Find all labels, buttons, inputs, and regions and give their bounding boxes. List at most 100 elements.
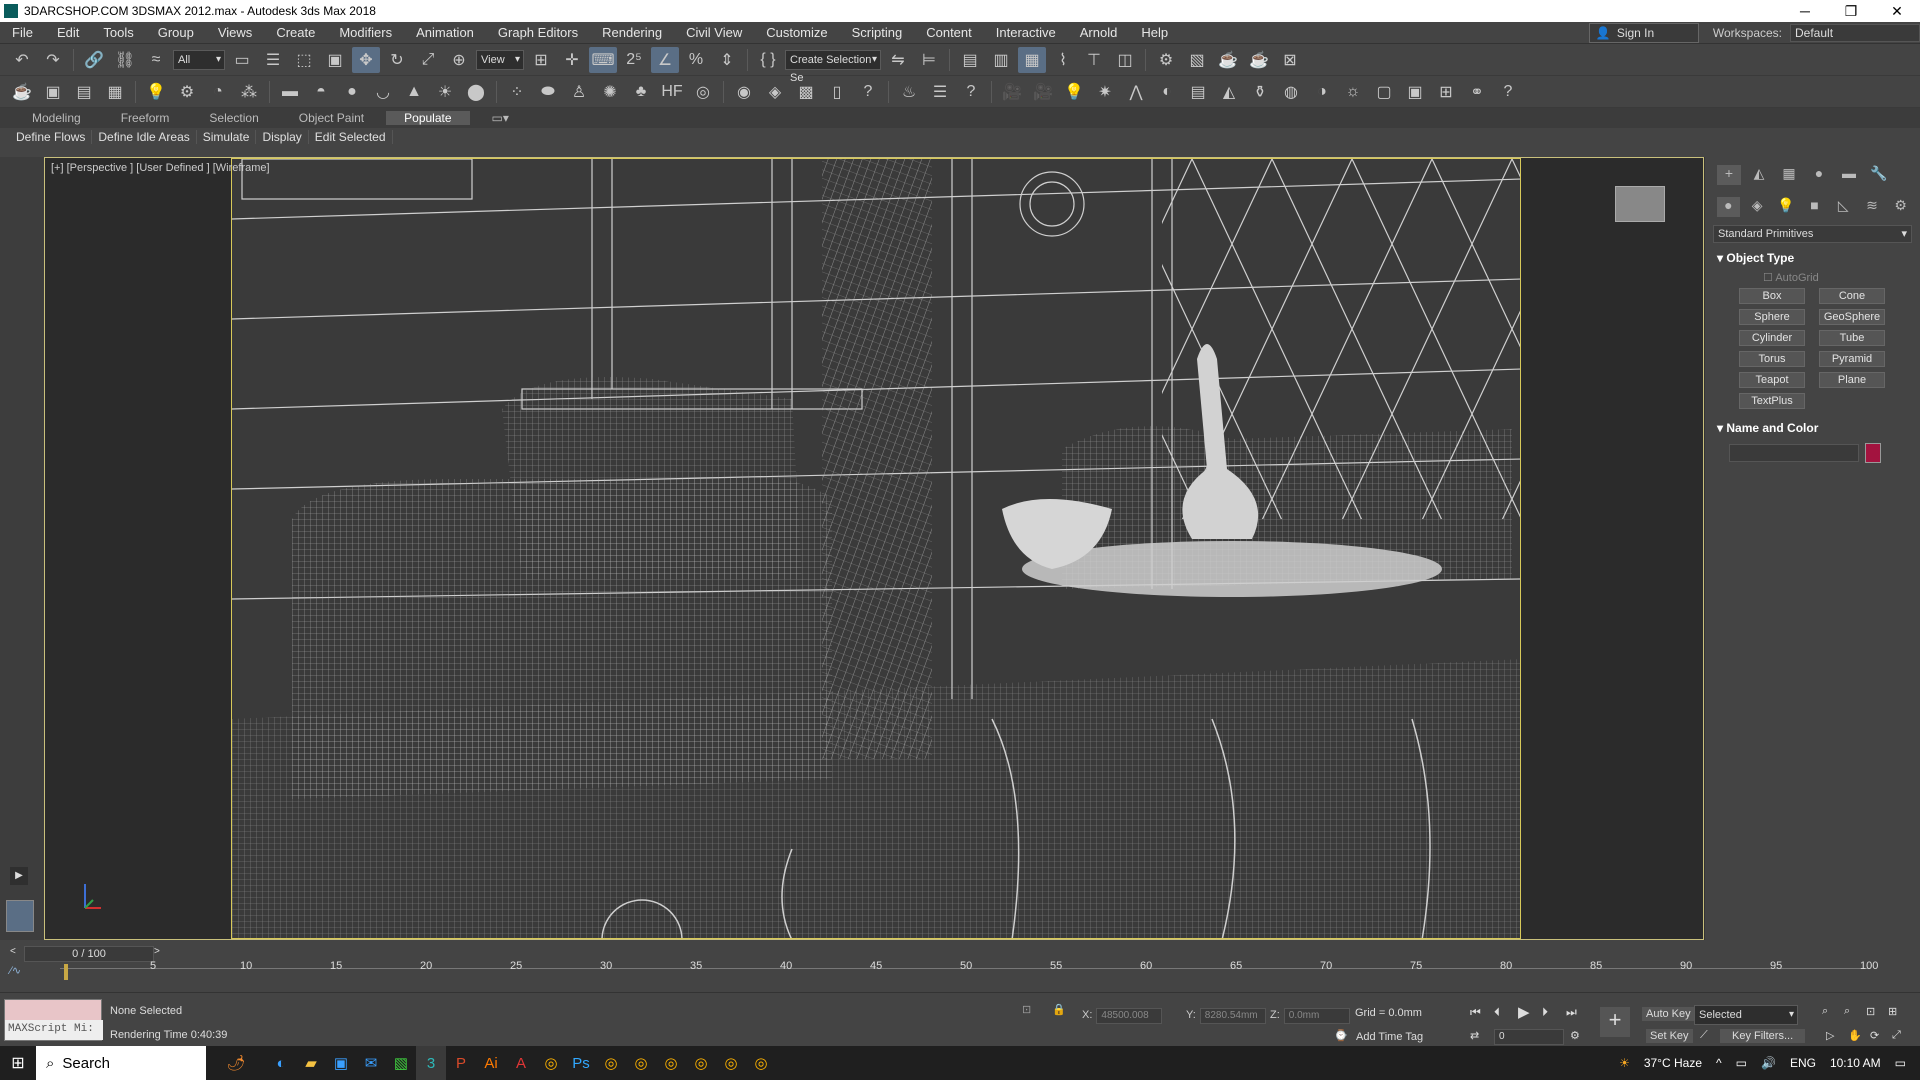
keyboard-shortcut-icon[interactable]: ⌨ [589,46,617,73]
pyramid-button[interactable]: Pyramid [1819,351,1885,367]
excel-like-icon[interactable]: ▧ [386,1046,416,1080]
spinner-snap-icon[interactable]: ⇕ [713,47,741,73]
rect-selection-icon[interactable]: ⬚ [290,47,318,73]
frame-field[interactable]: 0 [1494,1029,1564,1045]
set-key-big-icon[interactable]: + [1600,1007,1630,1037]
lights-icon[interactable]: 💡 [1774,197,1797,217]
chrome-icon[interactable]: ◎ [536,1046,566,1080]
define-idle-areas-button[interactable]: Define Idle Areas [92,130,197,144]
object-color-swatch[interactable] [1865,443,1881,463]
select-object-icon[interactable]: ▭ [228,47,256,73]
menu-edit[interactable]: Edit [45,25,91,40]
menu-modifiers[interactable]: Modifiers [327,25,404,40]
select-by-name-icon[interactable]: ☰ [259,47,287,73]
zoom-icon[interactable]: ⌕ [1822,1005,1828,1018]
clock[interactable]: 10:10 AM [1830,1056,1881,1070]
env-icon[interactable]: ◑ [1308,79,1336,105]
primitive-category-dropdown[interactable]: Standard Primitives [1713,225,1912,243]
display-tab-icon[interactable]: ▬ [1837,165,1861,185]
file-explorer-icon[interactable]: ▰ [296,1046,326,1080]
move-icon[interactable]: ✥ [352,46,380,73]
speaker-icon[interactable]: ◔ [204,79,232,105]
prev-frame-icon[interactable]: < [10,946,16,957]
frame3-icon[interactable]: ⊞ [1432,79,1460,105]
motion-tab-icon[interactable]: ● [1807,165,1831,185]
rotate-icon[interactable]: ↻ [383,47,411,73]
render-setup-icon[interactable]: ⚙ [1152,47,1180,73]
workspaces-dropdown[interactable]: Default [1790,23,1920,42]
light-lister-icon[interactable]: ☼ [1339,79,1367,105]
layer-explorer-icon[interactable]: ▤ [956,47,984,73]
multi-material-icon[interactable]: ◈ [761,79,789,105]
network-icon[interactable]: ▭ [1736,1056,1747,1070]
helpers-icon[interactable]: ◺ [1832,197,1855,217]
tab-populate[interactable]: Populate [386,111,470,125]
scene-explorer-icon[interactable]: ▦ [1018,46,1046,73]
zoom-extents-icon[interactable]: ⊡ [1866,1005,1875,1018]
spot-icon[interactable]: ⋀ [1122,79,1150,105]
menu-interactive[interactable]: Interactive [984,25,1068,40]
frame2-icon[interactable]: ▣ [1401,79,1429,105]
menu-tools[interactable]: Tools [91,25,145,40]
news-icon[interactable]: 🌶 [206,1046,266,1080]
isolate-icon[interactable]: ⊡ [1022,1003,1031,1016]
render-table-icon[interactable]: ▤ [70,79,98,105]
time-config-icon[interactable]: ⚙ [1570,1029,1580,1042]
mesh-light-icon[interactable]: ◭ [1215,79,1243,105]
chrome-icon-6[interactable]: ◎ [716,1046,746,1080]
shapes-icon[interactable]: ◈ [1746,197,1769,217]
notifications-icon[interactable]: ▭ [1895,1056,1906,1070]
align-icon[interactable]: ⊨ [915,47,943,73]
render-production-icon[interactable]: ☕ [1214,47,1242,73]
next-key-icon[interactable]: ⏵ [1542,1005,1548,1020]
maxscript-input[interactable]: MAXScript Mi: [5,1020,103,1040]
window-crossing-icon[interactable]: ▣ [321,47,349,73]
utilities-tab-icon[interactable]: 🔧 [1867,165,1891,185]
material-editor-icon[interactable]: ◫ [1111,47,1139,73]
schematic-view-icon[interactable]: ⊤ [1080,47,1108,73]
close-button[interactable]: ✕ [1874,3,1920,20]
tray-chevron-icon[interactable]: ^ [1716,1056,1722,1070]
menu-arnold[interactable]: Arnold [1068,25,1130,40]
tab-selection[interactable]: Selection [191,111,276,125]
sign-in-button[interactable]: 👤 Sign In [1588,22,1699,43]
pivot-center-icon[interactable]: ⊞ [527,47,555,73]
taskbar-search[interactable]: ⌕ Search [36,1046,206,1080]
selection-filter-dropdown[interactable]: All [173,49,225,70]
edit-selected-button[interactable]: Edit Selected [309,130,393,144]
ref-coord-dropdown[interactable]: View [476,49,524,70]
capsule-icon[interactable]: ⬬ [534,79,562,105]
spacewarps-icon[interactable]: ≋ [1861,197,1884,217]
acrobat-icon[interactable]: A [506,1046,536,1080]
auto-key-button[interactable]: Auto Key [1642,1007,1695,1021]
3dsmax-taskbar-icon[interactable]: 3 [416,1046,446,1080]
viewcube-icon[interactable] [1615,186,1665,222]
expand-arrow-icon[interactable]: ▶ [10,867,28,885]
help-circle-icon[interactable]: ? [854,79,882,105]
menu-help[interactable]: Help [1129,25,1180,40]
viewport-label[interactable]: [+] [Perspective ] [User Defined ] [Wire… [51,162,270,174]
next-frame-icon[interactable]: > [154,946,160,957]
edge-icon[interactable]: ◐ [266,1046,296,1080]
fire-icon[interactable]: ♨ [895,79,923,105]
prev-key-icon[interactable]: ⏴ [1494,1005,1500,1020]
mirror-icon[interactable]: ⇋ [884,47,912,73]
frame1-icon[interactable]: ▢ [1370,79,1398,105]
chrome-icon-7[interactable]: ◎ [746,1046,776,1080]
grid-icon[interactable]: ▦ [101,79,129,105]
object-name-field[interactable] [1729,444,1859,462]
z-coord-field[interactable]: 0.0mm [1283,1008,1350,1024]
helper-icon[interactable]: ⚙ [173,79,201,105]
illustrator-icon[interactable]: Ai [476,1046,506,1080]
snaps-toggle-icon[interactable]: 2⁵ [620,47,648,73]
particle-icon[interactable]: ⁂ [235,79,263,105]
orbit-icon[interactable]: ⟳ [1870,1029,1879,1042]
edit-named-sets-icon[interactable]: { } [754,47,782,73]
key-set-dropdown[interactable]: Selected [1694,1005,1798,1025]
define-flows-button[interactable]: Define Flows [10,130,93,144]
key-filters-button[interactable]: Key Filters... [1720,1029,1806,1043]
ribbon-options-icon[interactable]: ▭▾ [474,111,527,125]
viewport-panel[interactable]: [+] [Perspective ] [User Defined ] [Wire… [44,157,1704,940]
add-time-tag[interactable]: Add Time Tag [1356,1031,1423,1043]
object-icon[interactable]: ◍ [1277,79,1305,105]
